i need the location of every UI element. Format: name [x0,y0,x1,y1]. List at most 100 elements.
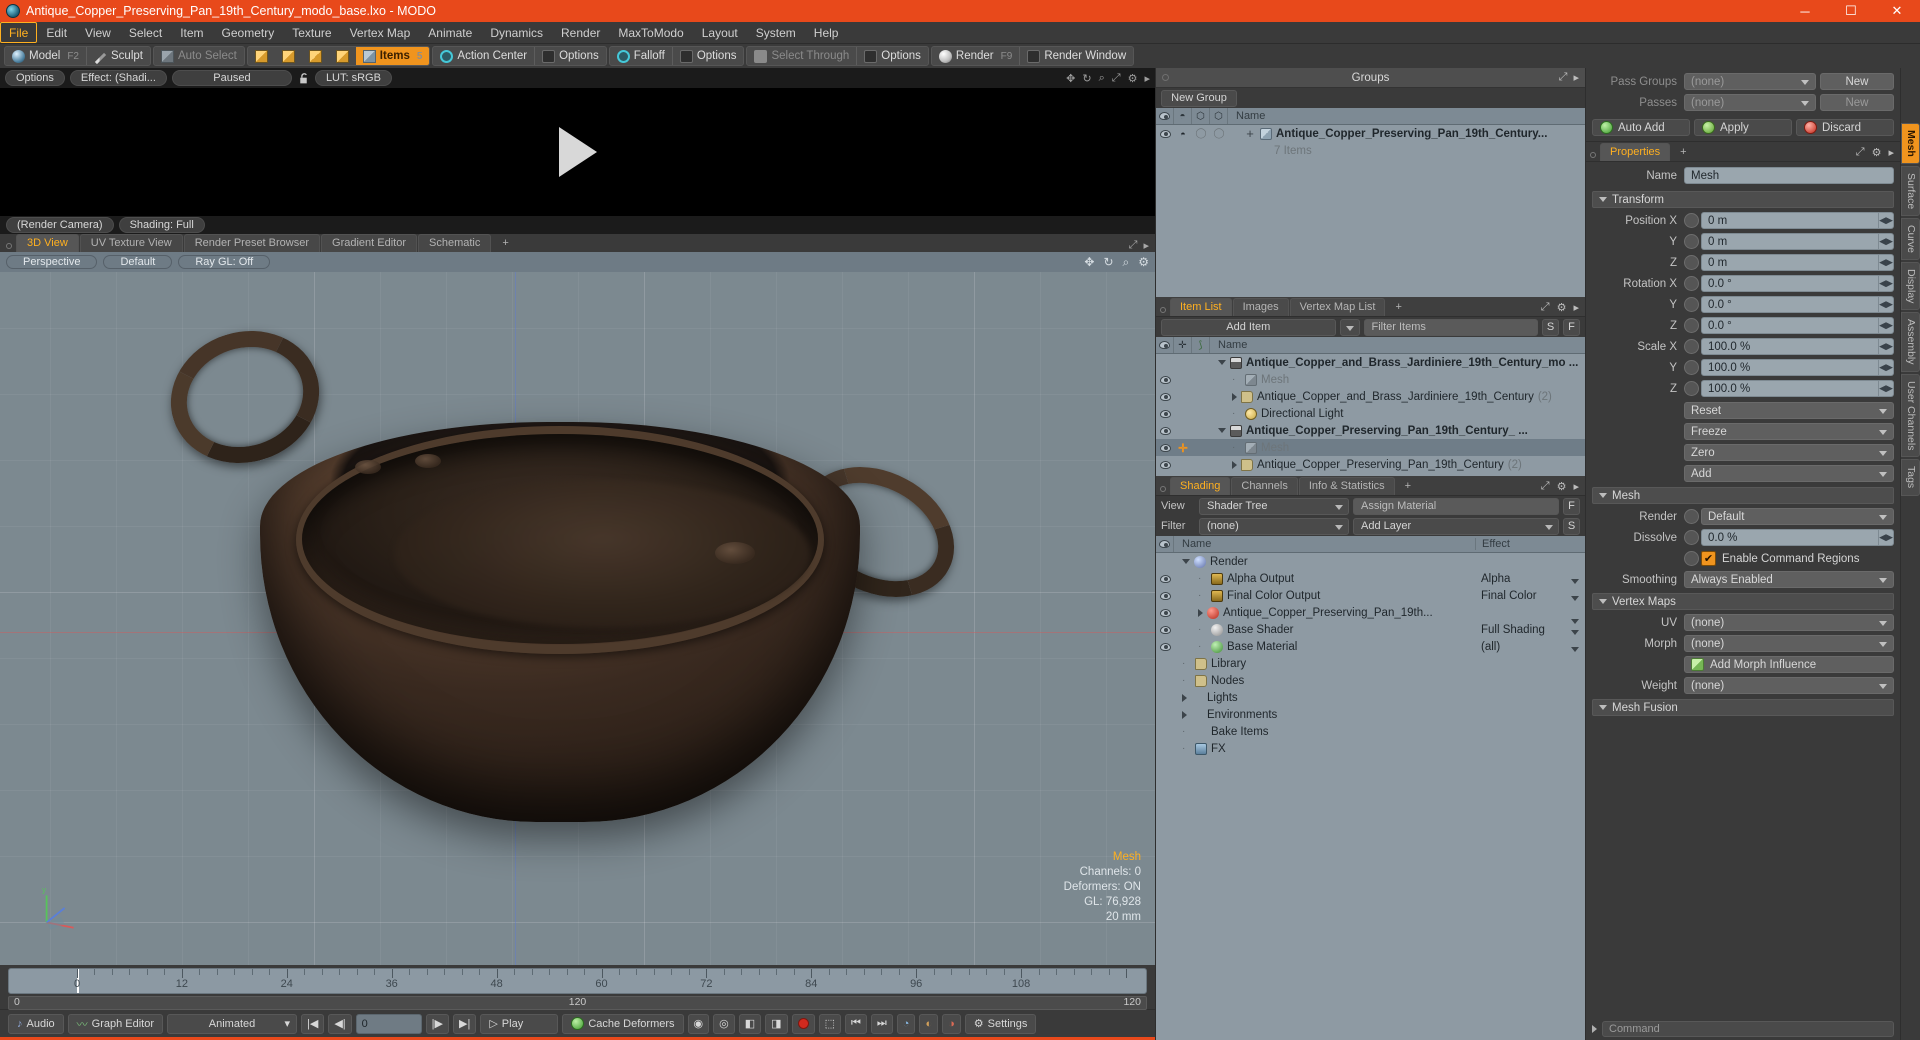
shader-effect-cell[interactable]: Alpha [1475,573,1585,585]
tab-3d-view[interactable]: 3D View [16,234,79,252]
transform-value-field[interactable]: 100.0 % [1701,338,1879,355]
dissolve-spinner[interactable]: ◀▶ [1879,529,1894,546]
chevron-down-icon[interactable] [1218,360,1226,365]
group-row-name[interactable]: + Antique_Copper_Preserving_Pan_19th_Cen… [1228,127,1585,140]
key-create-button[interactable]: ⬚ [818,1013,841,1034]
row-visibility-toggle[interactable] [1156,443,1174,452]
vertical-tab-tags[interactable]: Tags [1901,459,1920,496]
item-row-name[interactable]: · Mesh [1210,441,1585,454]
play-button[interactable]: ▷ Play [480,1013,559,1034]
go-to-end-button[interactable]: ▶| [453,1013,477,1034]
audio-button[interactable]: ♪ Audio [8,1013,64,1034]
table-row[interactable]: ✛ · Mesh [1156,439,1585,456]
go-to-start-button[interactable]: |◀ [301,1013,325,1034]
falloff-button[interactable]: Falloff [610,47,672,65]
panel-handle-icon[interactable] [1162,74,1169,81]
shader-row-name[interactable]: Lights [1174,692,1475,704]
gear-icon[interactable]: ⚙ [1557,301,1567,314]
viewport-settings-gear-icon[interactable]: ⚙ [1138,255,1149,270]
row-wireframe-toggle[interactable]: ◯ [1192,128,1210,139]
chevron-right-icon[interactable] [1182,710,1187,719]
menu-system[interactable]: System [747,22,805,43]
row-lock-toggle[interactable]: ✛ [1174,441,1192,455]
transform-spinner[interactable]: ◀▶ [1879,359,1894,376]
step-back-button[interactable]: ◀| [328,1013,352,1034]
items-mode-button[interactable]: Items 5 [355,47,430,65]
passes-dropdown[interactable]: (none) [1684,94,1816,111]
add-item-dropdown[interactable] [1339,318,1360,336]
chevron-right-icon[interactable]: ▸ [1888,146,1894,159]
preview-lut-button[interactable]: LUT: sRGB [314,70,392,86]
table-row[interactable]: · Final Color Output Final Color [1156,587,1585,604]
item-row-name[interactable]: Antique_Copper_Preserving_Pan_19th_Centu… [1210,458,1585,471]
chevron-right-icon[interactable] [1232,460,1237,469]
chevron-right-icon[interactable] [1182,693,1187,702]
lock-open-icon[interactable] [297,72,310,85]
select-through-options-button[interactable]: Options [857,47,928,65]
materials-mode-button[interactable] [329,47,356,65]
model-mode-button[interactable]: Model F2 [5,47,86,65]
command-input[interactable]: Command [1602,1021,1894,1037]
morph-dropdown[interactable]: (none) [1684,635,1894,652]
transform-action-dropdown[interactable]: Zero [1684,444,1894,461]
transform-value-field[interactable]: 0 m [1701,212,1879,229]
add-tab-button[interactable]: + [1386,299,1410,316]
menu-layout[interactable]: Layout [693,22,747,43]
item-row-name[interactable]: Antique_Copper_Preserving_Pan_19th_Centu… [1210,424,1585,437]
name-field[interactable]: Mesh [1684,167,1894,184]
shader-row-name[interactable]: Render [1174,555,1475,568]
transform-spinner[interactable]: ◀▶ [1879,317,1894,334]
vertical-tab-curve[interactable]: Curve [1901,218,1920,261]
maximize-panel-icon[interactable]: ⤢ [1112,72,1121,85]
shader-row-name[interactable]: · Base Material [1174,640,1475,653]
table-row[interactable]: Antique_Copper_and_Brass_Jardiniere_19th… [1156,354,1585,371]
mesh-fusion-section-header[interactable]: Mesh Fusion [1592,699,1894,716]
shader-effect-cell[interactable]: Full Shading [1475,624,1585,636]
row-visibility-toggle[interactable] [1156,608,1174,617]
transform-spinner[interactable]: ◀▶ [1879,338,1894,355]
shader-effect-cell[interactable]: Final Color [1475,590,1585,602]
tab-uv-texture-view[interactable]: UV Texture View [79,234,183,252]
transform-value-field[interactable]: 0.0 ° [1701,317,1879,334]
maximize-panel-icon[interactable]: ⤢ [1856,146,1865,159]
table-row[interactable]: · Mesh [1156,371,1585,388]
chevron-right-icon[interactable]: ▸ [1573,71,1579,84]
sculpt-mode-button[interactable]: Sculpt [87,47,150,65]
transform-section-header[interactable]: Transform [1592,191,1894,208]
transform-value-field[interactable]: 0.0 ° [1701,275,1879,292]
menu-geometry[interactable]: Geometry [213,22,284,43]
maximize-panel-icon[interactable]: ⤢ [1559,71,1568,84]
current-frame-field[interactable]: 0 [355,1013,422,1034]
key-prev-button[interactable]: ◧ [738,1013,762,1034]
maximize-panel-icon[interactable]: ⤢ [1129,239,1138,252]
menu-help[interactable]: Help [805,22,848,43]
command-arrow-icon[interactable] [1592,1025,1597,1033]
timeline[interactable]: 0 12 24 36 48 60 72 84 96 108 0 120 120 [0,965,1155,1010]
uv-dropdown[interactable]: (none) [1684,614,1894,631]
channel-knob-icon[interactable] [1684,530,1699,545]
apply-button[interactable]: Apply [1694,119,1792,136]
shader-row-name[interactable]: · Nodes [1174,674,1475,687]
perspective-button[interactable]: Perspective [6,255,98,269]
vertical-tab-surface[interactable]: Surface [1901,165,1920,217]
row-visibility-toggle[interactable] [1156,625,1174,634]
channel-knob-icon[interactable] [1684,509,1699,524]
shader-row-name[interactable]: Antique_Copper_Preserving_Pan_19th... [1174,606,1475,619]
shader-row-name[interactable]: · Final Color Output [1174,589,1475,602]
filter-items-input[interactable]: Filter Items [1363,318,1538,336]
enable-command-regions-checkbox[interactable]: ✔ [1701,551,1716,566]
preview-paused-button[interactable]: Paused [171,70,292,86]
gear-icon[interactable]: ⚙ [1872,146,1882,159]
chevron-right-icon[interactable]: ▸ [1144,72,1150,85]
table-row[interactable]: Antique_Copper_Preserving_Pan_19th_Centu… [1156,422,1585,439]
pass-groups-dropdown[interactable]: (none) [1684,73,1816,90]
maximize-panel-icon[interactable]: ⤢ [1541,301,1550,314]
table-row[interactable]: ◓ ◯ ◯ + Antique_Copper_Preserving_Pan_19… [1156,125,1585,142]
shader-row-name[interactable]: Environments [1174,709,1475,721]
weight-dropdown[interactable]: (none) [1684,677,1894,694]
channel-knob-icon[interactable] [1684,360,1699,375]
table-row[interactable]: · Library [1156,655,1585,672]
shader-row-name[interactable]: · Library [1174,657,1475,670]
maximize-button[interactable]: ☐ [1828,0,1874,22]
transform-spinner[interactable]: ◀▶ [1879,233,1894,250]
